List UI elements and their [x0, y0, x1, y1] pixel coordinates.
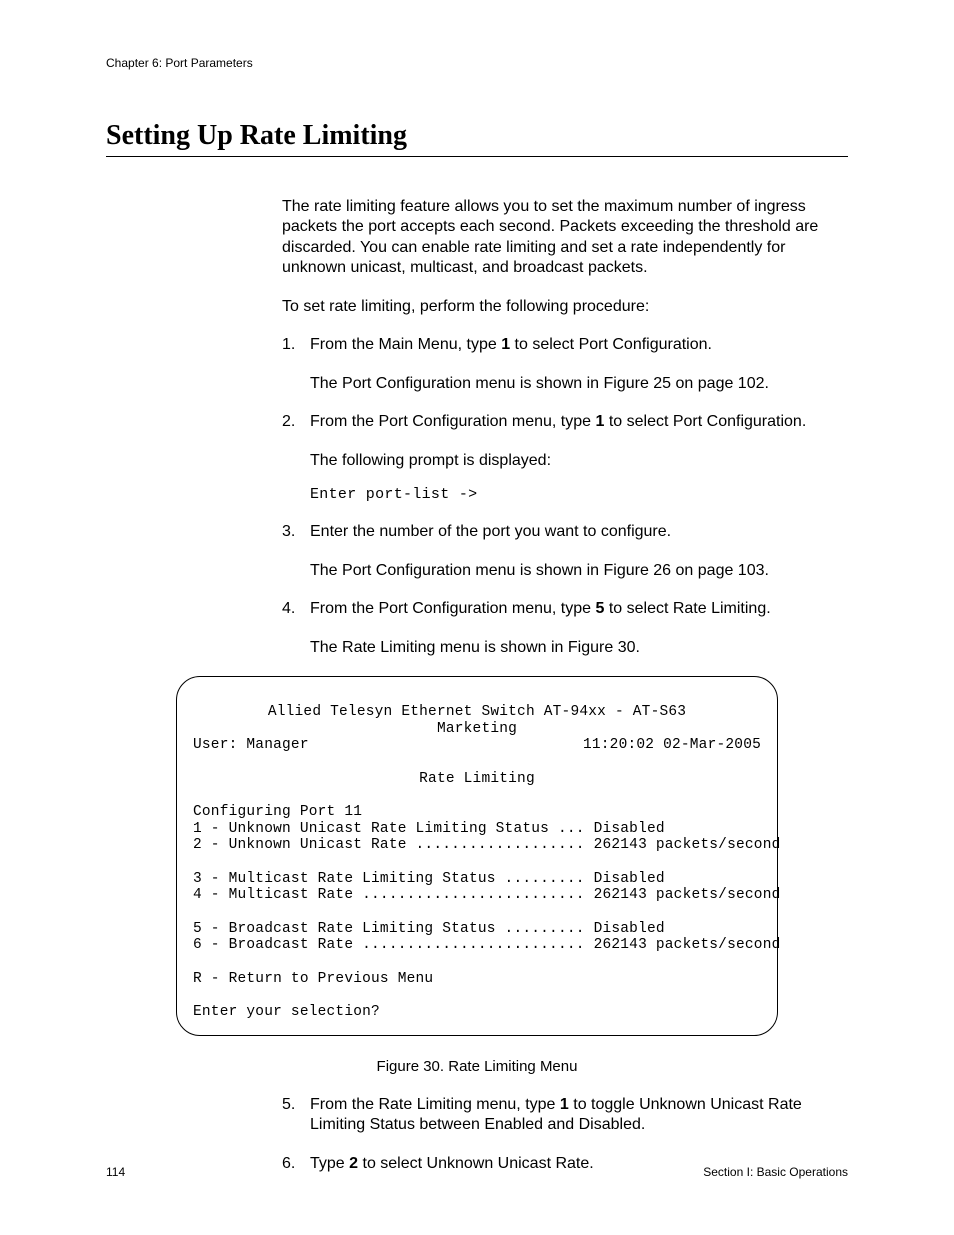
title-rule [106, 156, 848, 157]
terminal-option: 5 - Broadcast Rate Limiting Status .....… [193, 921, 665, 937]
terminal-config-line: Configuring Port 11 [193, 804, 362, 820]
terminal-title-2: Marketing [193, 721, 761, 738]
procedure-list-continued: 5. From the Rate Limiting menu, type 1 t… [282, 1095, 848, 1174]
step-subtext: The Rate Limiting menu is shown in Figur… [310, 638, 848, 658]
step-1: 1. From the Main Menu, type 1 to select … [282, 335, 848, 394]
section-label: Section I: Basic Operations [703, 1165, 848, 1179]
body-column-continued: 5. From the Rate Limiting menu, type 1 t… [282, 1095, 848, 1174]
step-subtext: The Port Configuration menu is shown in … [310, 374, 848, 394]
step-text: From the Port Configuration menu, type 1… [310, 413, 806, 430]
section-title: Setting Up Rate Limiting [106, 120, 848, 152]
step-number: 4. [282, 599, 295, 619]
chapter-header: Chapter 6: Port Parameters [106, 56, 848, 70]
step-2: 2. From the Port Configuration menu, typ… [282, 412, 848, 504]
step-subtext: The Port Configuration menu is shown in … [310, 561, 848, 581]
intro-paragraph: The rate limiting feature allows you to … [282, 197, 848, 279]
step-5: 5. From the Rate Limiting menu, type 1 t… [282, 1095, 848, 1136]
body-column: The rate limiting feature allows you to … [282, 197, 848, 658]
page-number: 114 [106, 1165, 125, 1179]
step-text: From the Rate Limiting menu, type 1 to t… [310, 1096, 802, 1133]
terminal-title-1: Allied Telesyn Ethernet Switch AT-94xx -… [193, 704, 761, 721]
step-subtext: The following prompt is displayed: [310, 451, 848, 471]
terminal-option: 3 - Multicast Rate Limiting Status .....… [193, 871, 665, 887]
terminal-option: 1 - Unknown Unicast Rate Limiting Status… [193, 821, 665, 837]
step-number: 5. [282, 1095, 295, 1115]
terminal-menu-title: Rate Limiting [193, 771, 761, 788]
procedure-list: 1. From the Main Menu, type 1 to select … [282, 335, 848, 658]
terminal-option: 6 - Broadcast Rate .....................… [193, 937, 781, 953]
step-4: 4. From the Port Configuration menu, typ… [282, 599, 848, 658]
step-text: From the Port Configuration menu, type 5… [310, 600, 771, 617]
prompt-text: Enter port-list -> [310, 485, 848, 504]
terminal-option: 4 - Multicast Rate .....................… [193, 887, 781, 903]
page-footer: 114 Section I: Basic Operations [106, 1165, 848, 1179]
step-3: 3. Enter the number of the port you want… [282, 522, 848, 581]
step-number: 3. [282, 522, 295, 542]
terminal-prompt: Enter your selection? [193, 1004, 380, 1020]
step-number: 1. [282, 335, 295, 355]
procedure-lead: To set rate limiting, perform the follow… [282, 297, 848, 317]
terminal-screen: Allied Telesyn Ethernet Switch AT-94xx -… [176, 676, 778, 1035]
step-text: Enter the number of the port you want to… [310, 523, 671, 540]
step-number: 2. [282, 412, 295, 432]
figure-caption: Figure 30. Rate Limiting Menu [106, 1058, 848, 1075]
terminal-datetime: 11:20:02 02-Mar-2005 [583, 737, 761, 754]
terminal-return: R - Return to Previous Menu [193, 971, 433, 987]
step-text: From the Main Menu, type 1 to select Por… [310, 336, 712, 353]
terminal-user: User: Manager [193, 737, 309, 754]
terminal-option: 2 - Unknown Unicast Rate ...............… [193, 837, 781, 853]
